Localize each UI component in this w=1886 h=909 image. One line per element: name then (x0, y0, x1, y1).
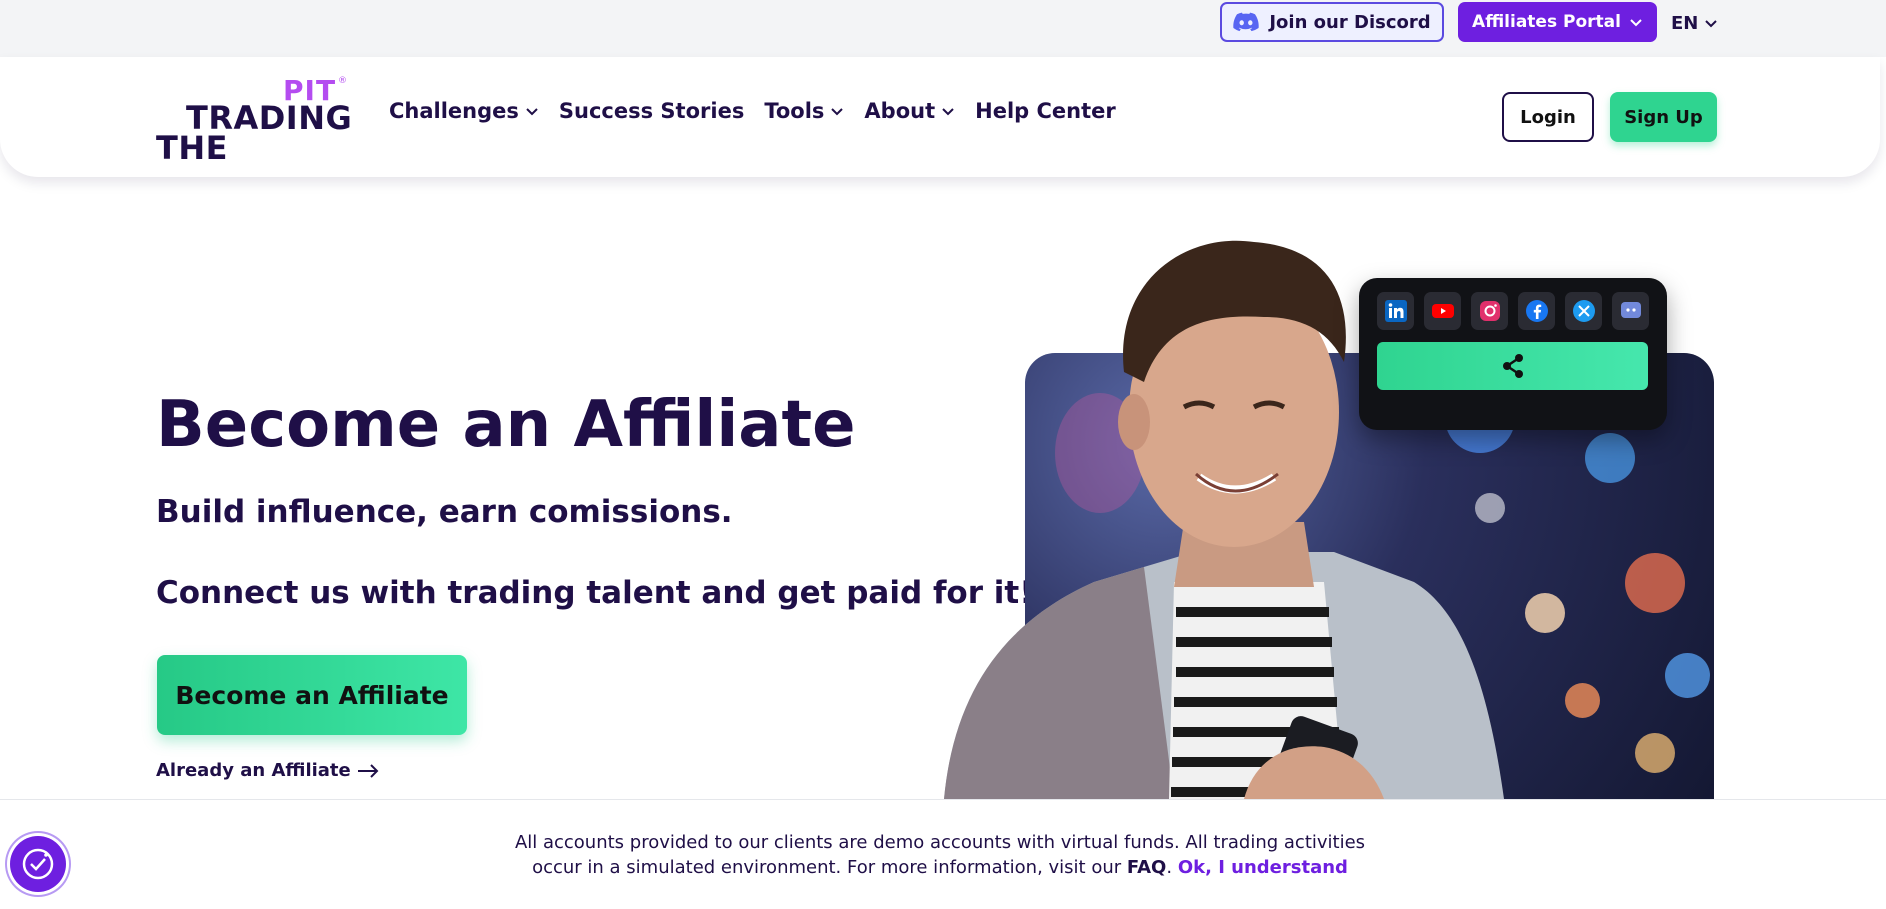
social-share-card (1359, 278, 1667, 430)
nav-item-help-center[interactable]: Help Center (975, 99, 1116, 123)
login-button[interactable]: Login (1502, 92, 1594, 142)
hero-subtitle-secondary: Connect us with trading talent and get p… (156, 575, 1034, 611)
hero-title: Become an Affiliate (156, 388, 856, 462)
instagram-icon[interactable] (1471, 292, 1508, 330)
social-icons-row (1377, 292, 1649, 330)
chevron-down-icon (526, 108, 538, 116)
nav-item-label: Challenges (389, 99, 519, 123)
ok-understand-button[interactable]: Ok, I understand (1178, 857, 1348, 878)
affiliates-portal-button[interactable]: Affiliates Portal (1458, 2, 1657, 42)
already-affiliate-label: Already an Affiliate (156, 760, 351, 781)
x-twitter-icon[interactable] (1565, 292, 1602, 330)
share-button[interactable] (1377, 342, 1648, 390)
disclaimer-line-2: occur in a simulated environment. For mo… (532, 857, 1122, 878)
share-icon (1502, 354, 1523, 378)
hero-subtitle: Build influence, earn comissions. (156, 494, 733, 530)
bokeh-light (1565, 683, 1600, 718)
the-trading-pit-logo[interactable]: PIT ® TRADING THE (156, 74, 352, 167)
bokeh-light (1625, 553, 1685, 613)
nav-item-about[interactable]: About (864, 99, 955, 123)
logo-registered-mark: ® (338, 76, 347, 86)
top-utility-bar: Join our Discord Affiliates Portal EN (0, 0, 1886, 57)
bokeh-light (1585, 433, 1635, 483)
discord-icon[interactable] (1612, 292, 1649, 330)
nav-links: Challenges Success Stories Tools About H… (389, 99, 1116, 123)
arrow-right-icon (357, 763, 379, 778)
join-discord-label: Join our Discord (1269, 11, 1431, 33)
signup-button[interactable]: Sign Up (1610, 92, 1717, 142)
disclaimer-line-1: All accounts provided to our clients are… (514, 832, 1366, 853)
chevron-down-icon (831, 108, 844, 116)
affiliates-portal-label: Affiliates Portal (1472, 12, 1621, 32)
nav-item-label: Success Stories (558, 99, 745, 123)
chevron-down-icon (1705, 20, 1718, 28)
discord-icon (1233, 12, 1260, 32)
nav-item-success-stories[interactable]: Success Stories (559, 99, 744, 123)
bokeh-light (1525, 593, 1565, 633)
nav-item-tools[interactable]: Tools (764, 99, 844, 123)
become-affiliate-button[interactable]: Become an Affiliate (157, 655, 467, 735)
chevron-down-icon (942, 108, 954, 116)
bokeh-light (1665, 653, 1710, 698)
linkedin-icon[interactable] (1377, 292, 1414, 330)
bokeh-light (1635, 733, 1675, 773)
join-discord-button[interactable]: Join our Discord (1220, 2, 1444, 42)
youtube-icon[interactable] (1424, 292, 1461, 330)
language-selector[interactable]: EN (1671, 10, 1718, 36)
main-navbar: PIT ® TRADING THE Challenges Success Sto… (0, 57, 1880, 177)
already-affiliate-link[interactable]: Already an Affiliate (156, 760, 379, 781)
logo-the-text: THE (156, 129, 228, 167)
demo-disclaimer-banner: All accounts provided to our clients are… (0, 799, 1886, 909)
disclaimer-text: All accounts provided to our clients are… (514, 832, 1366, 878)
faq-link[interactable]: FAQ (1127, 857, 1166, 878)
nav-item-challenges[interactable]: Challenges (389, 99, 539, 123)
cookie-settings-icon[interactable] (10, 836, 66, 892)
nav-item-label: Tools (764, 99, 825, 123)
chevron-down-icon (1630, 19, 1642, 27)
nav-item-label: About (864, 99, 936, 123)
language-label: EN (1671, 12, 1699, 34)
nav-item-label: Help Center (975, 99, 1116, 123)
facebook-icon[interactable] (1518, 292, 1555, 330)
